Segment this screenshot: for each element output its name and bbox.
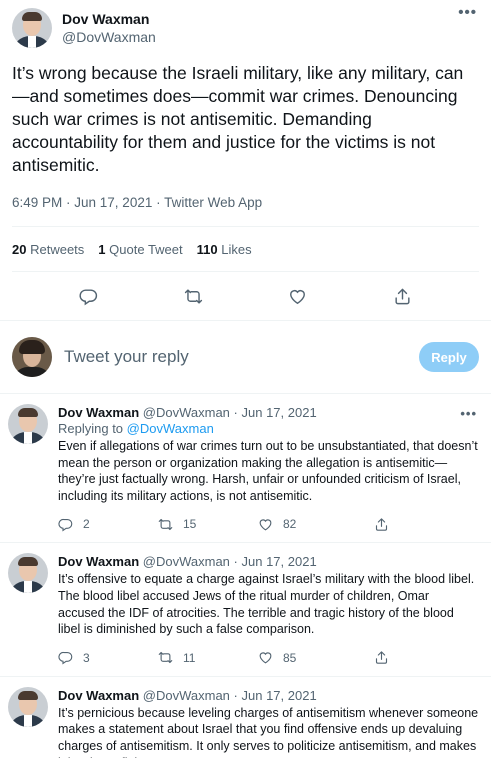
like-action[interactable]: 82 — [258, 517, 358, 532]
reply-count: 2 — [83, 517, 90, 532]
reply-tweet-body: Dov Waxman @DovWaxman · Jun 17, 2021 Rep… — [58, 404, 479, 534]
reply-tweet-header: Dov Waxman @DovWaxman · Jun 17, 2021 — [58, 687, 479, 704]
reply-icon — [58, 650, 73, 665]
tweet-stats: 20 Retweets 1 Quote Tweet 110 Likes — [12, 227, 479, 271]
share-icon — [374, 650, 389, 665]
author-handle[interactable]: @DovWaxman — [143, 405, 230, 420]
separator-dot: · — [233, 405, 238, 420]
retweet-count: 15 — [183, 517, 197, 532]
author-avatar[interactable] — [8, 553, 48, 594]
reply-tweet[interactable]: Dov Waxman @DovWaxman · Jun 17, 2021 Rep… — [0, 393, 491, 542]
reply-tweet[interactable]: Dov Waxman @DovWaxman · Jun 17, 2021 It’… — [0, 542, 491, 675]
reply-tweet-body: Dov Waxman @DovWaxman · Jun 17, 2021 It’… — [58, 553, 479, 667]
author-display-name[interactable]: Dov Waxman — [62, 11, 156, 28]
tweet-date[interactable]: Jun 17, 2021 — [242, 688, 317, 703]
main-tweet: Dov Waxman @DovWaxman ••• It’s wrong bec… — [0, 0, 491, 320]
retweet-icon — [158, 650, 173, 665]
share-action[interactable] — [374, 517, 399, 532]
reply-action[interactable]: 3 — [58, 650, 158, 665]
reply-button[interactable]: Reply — [419, 342, 479, 372]
reply-tweet-text: It’s offensive to equate a charge agains… — [58, 572, 475, 637]
tweet-date[interactable]: Jun 17, 2021 — [242, 554, 317, 569]
like-action[interactable]: 85 — [258, 650, 358, 665]
like-count: 82 — [283, 517, 297, 532]
like-icon — [258, 517, 273, 532]
retweet-icon — [158, 517, 173, 532]
reply-tweet-text: Even if allegations of war crimes turn o… — [58, 439, 478, 503]
reply-tweet-body: Dov Waxman @DovWaxman · Jun 17, 2021 It’… — [58, 687, 479, 758]
author-handle[interactable]: @DovWaxman — [143, 688, 230, 703]
author-avatar[interactable] — [12, 8, 52, 48]
reply-tweet-actions: 3 11 85 — [58, 648, 479, 668]
main-tweet-actions — [12, 272, 479, 320]
main-tweet-meta[interactable]: 6:49 PM · Jun 17, 2021 · Twitter Web App — [12, 195, 479, 210]
replying-to-label: Replying to — [58, 421, 124, 436]
reply-input[interactable]: Tweet your reply — [64, 347, 419, 367]
reply-count: 3 — [83, 650, 90, 665]
more-options-icon[interactable]: ••• — [460, 406, 477, 421]
author-handle[interactable]: @DovWaxman — [62, 28, 156, 47]
main-tweet-text: It’s wrong because the Israeli military,… — [12, 63, 464, 175]
reply-tweet-header: Dov Waxman @DovWaxman · Jun 17, 2021 — [58, 553, 479, 570]
reply-tweet-text: It’s pernicious because leveling charges… — [58, 705, 479, 758]
retweet-action[interactable]: 15 — [158, 517, 258, 532]
share-icon — [374, 517, 389, 532]
tweet-date[interactable]: Jun 17, 2021 — [242, 405, 317, 420]
share-icon[interactable] — [393, 287, 412, 306]
author-handle[interactable]: @DovWaxman — [143, 554, 230, 569]
author-display-name[interactable]: Dov Waxman — [58, 405, 139, 420]
author-display-name[interactable]: Dov Waxman — [58, 554, 139, 569]
like-icon — [258, 650, 273, 665]
like-count: 85 — [283, 650, 297, 665]
retweets-stat[interactable]: 20 Retweets — [12, 242, 84, 257]
reply-icon[interactable] — [79, 287, 98, 306]
retweet-icon[interactable] — [184, 287, 203, 306]
author-avatar[interactable] — [8, 404, 48, 444]
separator-dot: · — [233, 554, 238, 570]
main-tweet-header: Dov Waxman @DovWaxman ••• — [12, 0, 479, 56]
like-icon[interactable] — [288, 287, 307, 306]
user-avatar[interactable] — [12, 337, 52, 377]
retweet-count: 11 — [183, 650, 196, 665]
author-avatar[interactable] — [8, 686, 48, 727]
reply-action[interactable]: 2 — [58, 517, 158, 532]
replying-to-link[interactable]: @DovWaxman — [127, 421, 214, 436]
reply-tweet[interactable]: Dov Waxman @DovWaxman · Jun 17, 2021 It’… — [0, 675, 491, 758]
reply-icon — [58, 517, 73, 532]
author-display-name[interactable]: Dov Waxman — [58, 688, 139, 703]
replying-to: Replying to @DovWaxman — [58, 421, 479, 437]
share-action[interactable] — [374, 650, 399, 665]
more-options-icon[interactable]: ••• — [458, 4, 477, 21]
retweet-action[interactable]: 11 — [158, 650, 258, 665]
reply-tweet-actions: 2 15 82 — [58, 514, 479, 534]
reply-composer: Tweet your reply Reply — [0, 321, 491, 393]
reply-tweet-header: Dov Waxman @DovWaxman · Jun 17, 2021 — [58, 404, 479, 421]
separator-dot: · — [233, 687, 238, 703]
likes-stat[interactable]: 110 Likes — [197, 242, 252, 257]
quotes-stat[interactable]: 1 Quote Tweet — [98, 242, 182, 257]
author-names: Dov Waxman @DovWaxman — [62, 11, 156, 47]
